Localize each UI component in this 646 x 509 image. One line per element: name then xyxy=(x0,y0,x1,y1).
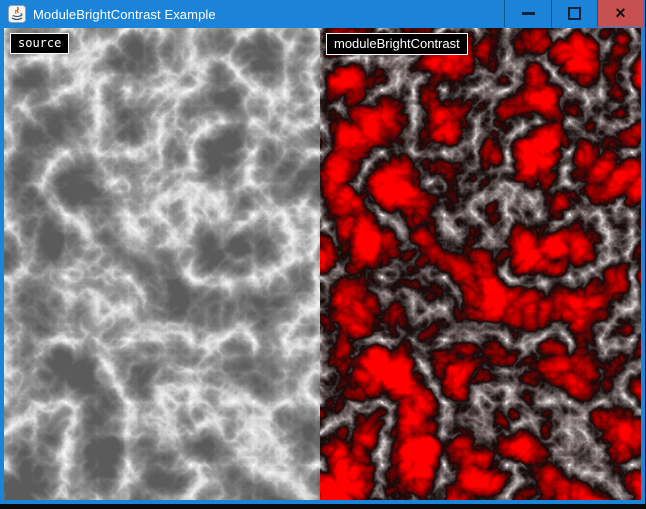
source-panel: source xyxy=(4,28,320,500)
minimize-button[interactable] xyxy=(504,0,551,27)
titlebar[interactable]: ModuleBrightContrast Example × xyxy=(0,0,645,28)
source-image xyxy=(4,28,320,500)
content-area: source xyxy=(4,28,641,500)
minimize-icon xyxy=(522,12,535,15)
window-controls: × xyxy=(504,0,643,27)
window-title: ModuleBrightContrast Example xyxy=(33,7,216,22)
maximize-icon xyxy=(568,7,581,20)
module-bright-contrast-image xyxy=(320,28,641,500)
close-button[interactable]: × xyxy=(597,0,643,27)
source-label: source xyxy=(10,33,69,54)
maximize-button[interactable] xyxy=(551,0,597,27)
module-bright-contrast-label: moduleBrightContrast xyxy=(326,33,468,55)
java-coffee-cup-icon[interactable] xyxy=(8,5,26,23)
close-icon: × xyxy=(615,4,626,22)
module-panel: moduleBrightContrast xyxy=(320,28,641,500)
app-window: ModuleBrightContrast Example × xyxy=(0,0,645,504)
